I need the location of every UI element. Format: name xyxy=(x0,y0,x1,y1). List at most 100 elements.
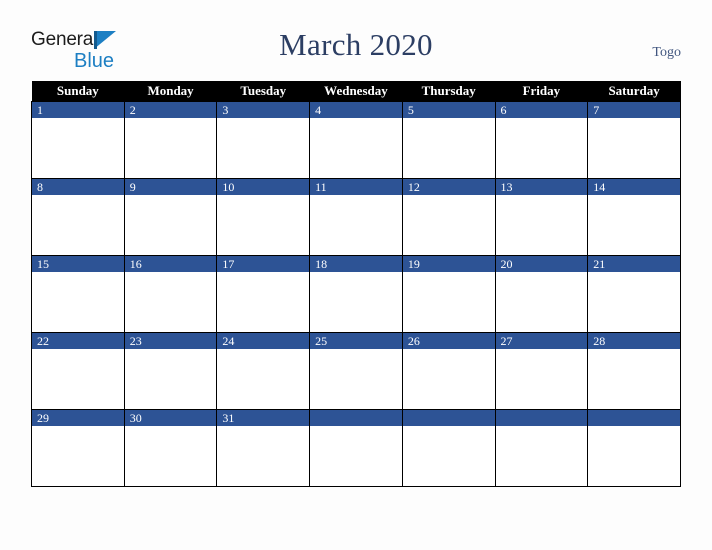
calendar-day-cell[interactable]: 27 xyxy=(494,332,589,410)
day-events-area[interactable] xyxy=(495,272,588,332)
day-events-area[interactable] xyxy=(32,426,124,486)
day-events-area[interactable] xyxy=(124,272,217,332)
calendar-day-cell[interactable]: 11 xyxy=(309,178,403,256)
day-events-area[interactable] xyxy=(124,349,217,409)
page-header: General Blue March 2020 Togo xyxy=(0,0,712,78)
day-events-area[interactable] xyxy=(32,118,124,178)
day-events-area[interactable] xyxy=(588,272,680,332)
calendar-day-cell[interactable]: 1 xyxy=(31,101,125,179)
day-number: 28 xyxy=(588,333,680,349)
day-events-area[interactable] xyxy=(217,118,310,178)
day-number: 3 xyxy=(217,102,310,118)
calendar-day-cell[interactable]: 26 xyxy=(401,332,496,410)
weekday-header-row: Sunday Monday Tuesday Wednesday Thursday… xyxy=(31,81,681,102)
calendar-day-cell[interactable]: 8 xyxy=(31,178,125,256)
calendar-day-cell[interactable]: 24 xyxy=(216,332,311,410)
day-events-area[interactable] xyxy=(402,349,495,409)
day-number: 10 xyxy=(217,179,310,195)
calendar-week-row: 29 30 31 xyxy=(31,409,681,487)
day-number: 8 xyxy=(32,179,124,195)
day-events-area[interactable] xyxy=(588,426,680,486)
calendar-day-cell[interactable]: 16 xyxy=(123,255,218,333)
day-events-area[interactable] xyxy=(402,195,495,255)
day-events-area[interactable] xyxy=(310,195,402,255)
country-label: Togo xyxy=(652,45,681,60)
calendar-day-cell[interactable]: 3 xyxy=(216,101,311,179)
day-number xyxy=(402,410,495,426)
weekday-header-wednesday: Wednesday xyxy=(309,81,403,102)
day-events-area[interactable] xyxy=(124,426,217,486)
day-events-area[interactable] xyxy=(588,349,680,409)
calendar-day-cell[interactable]: 29 xyxy=(31,409,125,487)
calendar-day-cell[interactable]: 7 xyxy=(587,101,681,179)
day-number: 19 xyxy=(402,256,495,272)
day-number: 5 xyxy=(402,102,495,118)
calendar-week-row: 1 2 3 4 5 6 7 xyxy=(31,101,681,179)
calendar-day-cell[interactable]: 15 xyxy=(31,255,125,333)
day-events-area[interactable] xyxy=(217,195,310,255)
calendar-week-row: 8 9 10 11 12 13 14 xyxy=(31,178,681,256)
calendar-day-cell[interactable]: 28 xyxy=(587,332,681,410)
calendar-day-cell[interactable] xyxy=(309,409,403,487)
day-events-area[interactable] xyxy=(310,272,402,332)
day-events-area[interactable] xyxy=(32,195,124,255)
calendar-day-cell[interactable]: 25 xyxy=(309,332,403,410)
day-events-area[interactable] xyxy=(217,272,310,332)
calendar-day-cell[interactable]: 6 xyxy=(494,101,589,179)
calendar-day-cell[interactable]: 9 xyxy=(123,178,218,256)
day-number: 26 xyxy=(402,333,495,349)
calendar-day-cell[interactable]: 12 xyxy=(401,178,496,256)
day-events-area[interactable] xyxy=(402,118,495,178)
day-number xyxy=(310,410,402,426)
day-number: 27 xyxy=(495,333,588,349)
calendar-day-cell[interactable]: 19 xyxy=(401,255,496,333)
day-number: 21 xyxy=(588,256,680,272)
calendar-day-cell[interactable]: 13 xyxy=(494,178,589,256)
calendar-day-cell[interactable]: 18 xyxy=(309,255,403,333)
calendar-day-cell[interactable]: 20 xyxy=(494,255,589,333)
calendar-day-cell[interactable] xyxy=(494,409,589,487)
calendar-day-cell[interactable]: 30 xyxy=(123,409,218,487)
calendar-day-cell[interactable]: 5 xyxy=(401,101,496,179)
day-events-area[interactable] xyxy=(310,349,402,409)
weekday-header-thursday: Thursday xyxy=(402,81,496,102)
day-events-area[interactable] xyxy=(402,272,495,332)
day-number: 1 xyxy=(32,102,124,118)
calendar-day-cell[interactable]: 4 xyxy=(309,101,403,179)
weekday-header-sunday: Sunday xyxy=(31,81,125,102)
day-events-area[interactable] xyxy=(588,195,680,255)
day-events-area[interactable] xyxy=(495,118,588,178)
day-events-area[interactable] xyxy=(124,118,217,178)
calendar-grid: Sunday Monday Tuesday Wednesday Thursday… xyxy=(31,81,681,487)
day-events-area[interactable] xyxy=(32,349,124,409)
day-events-area[interactable] xyxy=(495,426,588,486)
day-number: 15 xyxy=(32,256,124,272)
day-number: 9 xyxy=(124,179,217,195)
calendar-day-cell[interactable]: 17 xyxy=(216,255,311,333)
day-events-area[interactable] xyxy=(310,118,402,178)
day-events-area[interactable] xyxy=(495,195,588,255)
calendar-day-cell[interactable]: 31 xyxy=(216,409,311,487)
calendar-day-cell[interactable]: 22 xyxy=(31,332,125,410)
day-number: 17 xyxy=(217,256,310,272)
calendar-day-cell[interactable]: 10 xyxy=(216,178,311,256)
day-events-area[interactable] xyxy=(124,195,217,255)
calendar-page: General Blue March 2020 Togo Sunday Mond… xyxy=(0,0,712,550)
day-events-area[interactable] xyxy=(310,426,402,486)
day-events-area[interactable] xyxy=(402,426,495,486)
calendar-day-cell[interactable]: 21 xyxy=(587,255,681,333)
calendar-day-cell[interactable]: 23 xyxy=(123,332,218,410)
calendar-day-cell[interactable]: 2 xyxy=(123,101,218,179)
weekday-header-tuesday: Tuesday xyxy=(216,81,310,102)
day-events-area[interactable] xyxy=(217,349,310,409)
day-number: 22 xyxy=(32,333,124,349)
day-events-area[interactable] xyxy=(32,272,124,332)
day-events-area[interactable] xyxy=(217,426,310,486)
calendar-week-row: 22 23 24 25 26 27 28 xyxy=(31,332,681,410)
calendar-day-cell[interactable] xyxy=(401,409,496,487)
day-events-area[interactable] xyxy=(495,349,588,409)
day-number: 13 xyxy=(495,179,588,195)
day-events-area[interactable] xyxy=(588,118,680,178)
calendar-day-cell[interactable]: 14 xyxy=(587,178,681,256)
calendar-day-cell[interactable] xyxy=(587,409,681,487)
